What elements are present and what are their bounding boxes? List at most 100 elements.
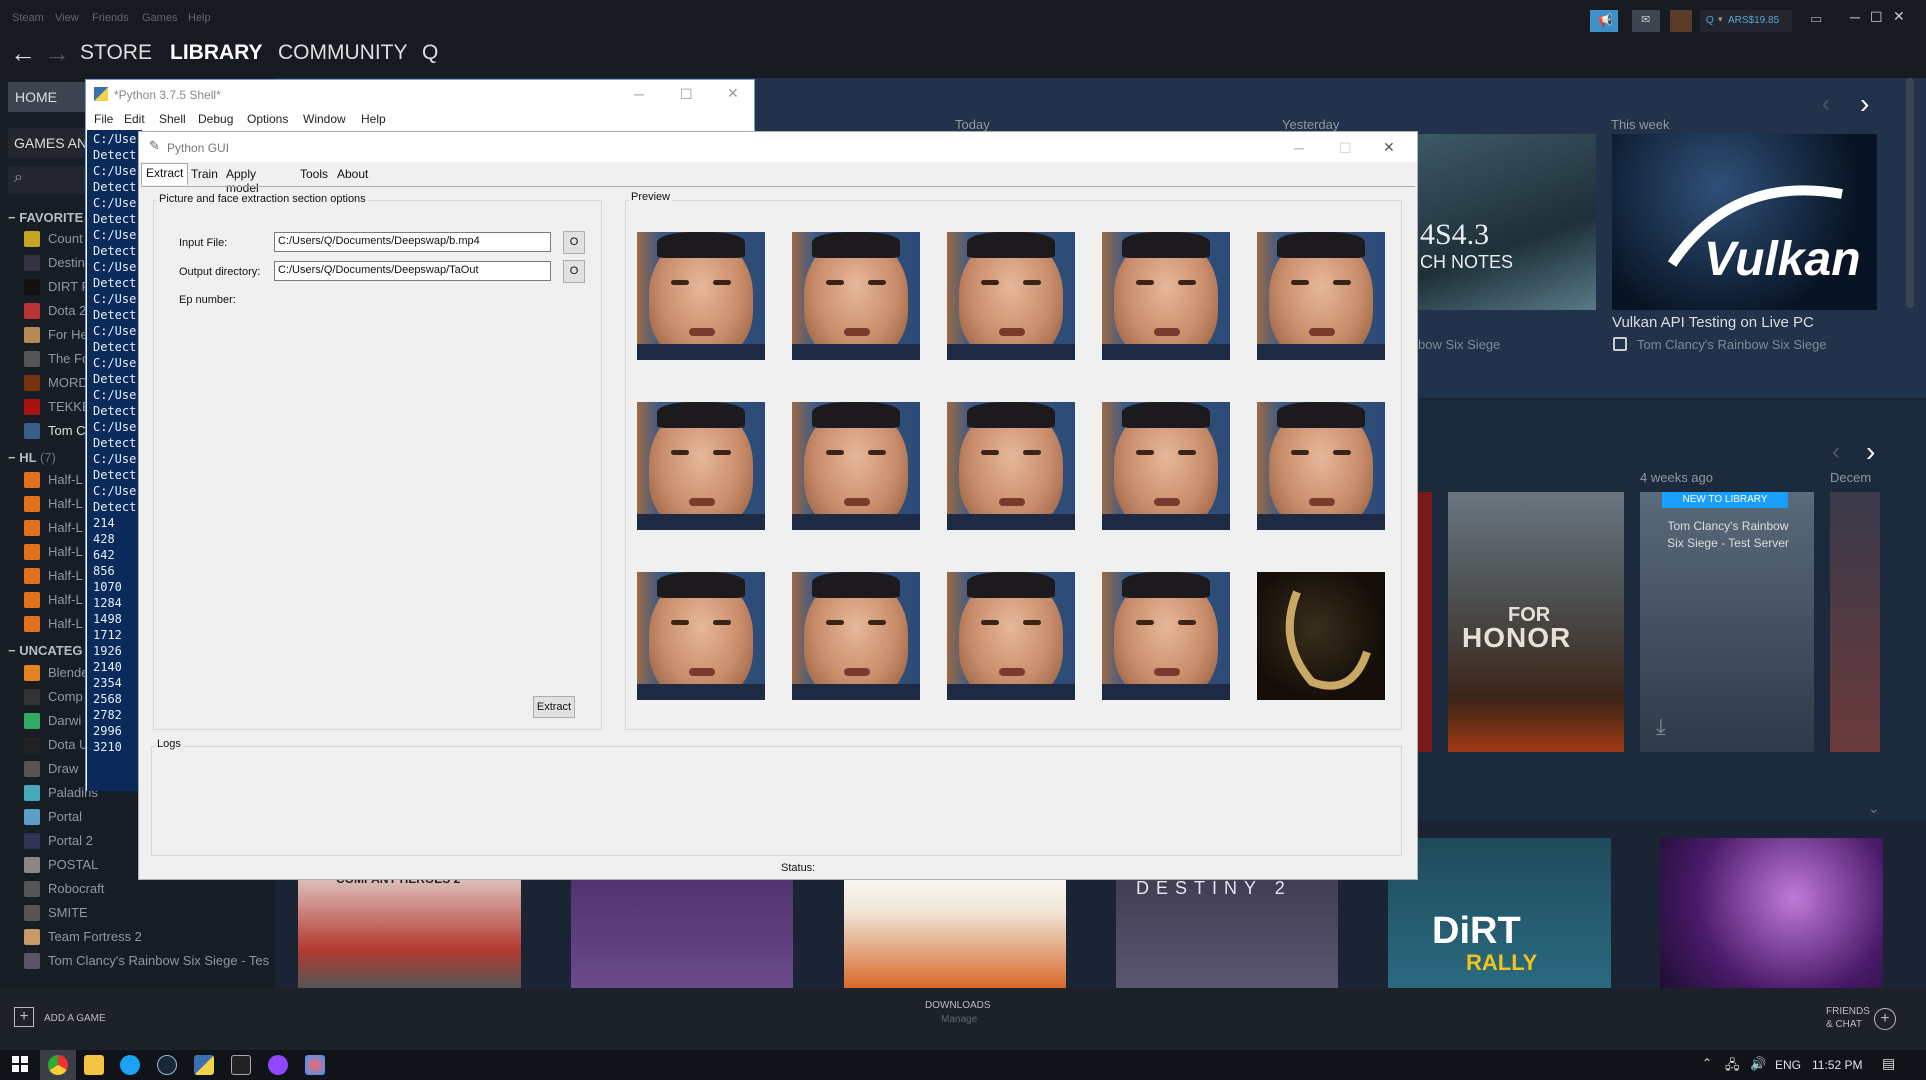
language-indicator[interactable]: ENG	[1775, 1058, 1801, 1072]
chevron-right-icon[interactable]: ›	[1866, 436, 1875, 468]
user-nav-q[interactable]: Q	[422, 41, 438, 65]
account-menu[interactable]: Q ▾ ARS$19.85	[1700, 10, 1792, 32]
red-game-card[interactable]	[1418, 492, 1432, 752]
patch-notes-card[interactable]: 4S4.3 CH NOTES	[1418, 134, 1596, 310]
extract-button[interactable]: Extract	[533, 696, 575, 718]
preview-label: Preview	[629, 191, 673, 203]
python-idle-icon[interactable]	[194, 1055, 214, 1075]
section-favorites[interactable]: − FAVORITE	[8, 210, 83, 225]
shell-menu-file[interactable]: File	[94, 112, 113, 126]
gui-minimize-button[interactable]: ─	[1294, 140, 1304, 156]
friends-chat-button[interactable]: FRIENDS	[1826, 1006, 1870, 1017]
steam-taskbar-icon[interactable]	[157, 1055, 177, 1075]
menu-view[interactable]: View	[55, 12, 79, 24]
shell-minimize-button[interactable]: ─	[634, 86, 644, 102]
sidebar-game-item[interactable]: Team Fortress 2	[24, 927, 274, 949]
section-uncategorized[interactable]: − UNCATEG	[8, 643, 83, 658]
preview-face-thumbnail	[1257, 402, 1385, 530]
add-game-icon[interactable]: +	[14, 1007, 34, 1027]
shell-menu-help[interactable]: Help	[361, 112, 386, 126]
refresh-app-icon[interactable]	[120, 1055, 140, 1075]
terminal-icon[interactable]	[231, 1055, 251, 1075]
downloads-button[interactable]: DOWNLOADS	[925, 1000, 991, 1011]
home-button[interactable]: HOME	[8, 82, 86, 112]
downloads-manage[interactable]: Manage	[941, 1014, 977, 1025]
notifications-button[interactable]: ✉	[1632, 10, 1660, 32]
shell-menu-edit[interactable]: Edit	[124, 112, 145, 126]
friends-chat-sub[interactable]: & CHAT	[1826, 1019, 1862, 1030]
game-icon	[24, 423, 40, 439]
gui-maximize-button[interactable]: ☐	[1339, 140, 1352, 157]
shell-menu-shell[interactable]: Shell	[159, 112, 186, 126]
bigpicture-icon[interactable]: ▭	[1810, 11, 1822, 27]
windows-start-icon[interactable]	[12, 1056, 28, 1072]
logs-textarea[interactable]	[153, 756, 1399, 854]
for-honor-card[interactable]: FOR HONOR	[1448, 492, 1624, 752]
chevron-left-icon[interactable]: ‹	[1822, 90, 1830, 118]
add-friend-icon[interactable]: +	[1874, 1008, 1896, 1030]
shell-maximize-button[interactable]: ☐	[680, 86, 693, 103]
sidebar-game-label: Tom Clancy's Rainbow Six Siege - Tes	[48, 953, 270, 968]
steam-minimize-button[interactable]: ─	[1850, 9, 1860, 25]
shell-menu-window[interactable]: Window	[303, 112, 346, 126]
steam-close-button[interactable]: ✕	[1893, 8, 1905, 25]
steam-scrollbar[interactable]	[1906, 78, 1914, 308]
tab-apply-model[interactable]: Apply model	[222, 165, 263, 195]
input-file-field[interactable]: C:/Users/Q/Documents/Deepswap/b.mp4	[274, 232, 551, 252]
nav-community[interactable]: COMMUNITY	[278, 41, 408, 65]
tab-tools[interactable]: Tools	[296, 165, 332, 185]
section-hl[interactable]: − HL (7)	[8, 450, 56, 465]
shell-output-line: Detect	[93, 148, 137, 162]
shell-menu-options[interactable]: Options	[247, 112, 288, 126]
chrome-icon[interactable]	[48, 1055, 68, 1075]
dota-hero-card[interactable]	[1660, 838, 1883, 988]
action-center-icon[interactable]: ▤	[1882, 1055, 1895, 1072]
clock[interactable]: 11:52 PM	[1812, 1058, 1862, 1072]
shell-menu-debug[interactable]: Debug	[198, 112, 233, 126]
partial-game-card[interactable]	[1830, 492, 1880, 752]
gui-close-button[interactable]: ✕	[1383, 139, 1395, 156]
python-shell-icon	[94, 87, 108, 101]
file-explorer-icon[interactable]	[84, 1055, 104, 1075]
steam-maximize-button[interactable]: ☐	[1870, 9, 1883, 26]
menu-help[interactable]: Help	[188, 12, 211, 24]
network-icon[interactable]: 🖧	[1725, 1056, 1740, 1078]
chevron-right-icon[interactable]: ›	[1860, 88, 1869, 120]
announcements-button[interactable]: 📢	[1590, 10, 1618, 32]
show-hidden-icons-icon[interactable]: ⌃	[1702, 1056, 1712, 1070]
avatar[interactable]	[1670, 10, 1692, 32]
nav-library[interactable]: LIBRARY	[170, 41, 263, 65]
news-title[interactable]: Vulkan API Testing on Live PC	[1612, 314, 1814, 331]
gui-titlebar[interactable]: ✎ Python GUI ─ ☐ ✕	[139, 132, 1417, 162]
nav-store[interactable]: STORE	[80, 41, 152, 65]
menu-steam[interactable]: Steam	[12, 12, 44, 24]
output-directory-field[interactable]: C:/Users/Q/Documents/Deepswap/TaOut	[274, 261, 551, 281]
twitch-icon[interactable]	[268, 1055, 288, 1075]
back-arrow-icon[interactable]: ←	[10, 38, 36, 69]
browse-output-button[interactable]: O	[563, 260, 585, 283]
add-game-button[interactable]: ADD A GAME	[44, 1013, 106, 1024]
forward-arrow-icon[interactable]: →	[44, 38, 70, 69]
shell-close-button[interactable]: ✕	[727, 85, 739, 102]
chevron-left-icon[interactable]: ‹	[1832, 438, 1840, 466]
download-icon[interactable]: ⤓	[1656, 714, 1666, 740]
paint-icon[interactable]	[305, 1055, 325, 1075]
tab-about[interactable]: About	[333, 165, 372, 185]
menu-games[interactable]: Games	[142, 12, 177, 24]
dirt-rally-card[interactable]: DiRT RALLY	[1388, 838, 1611, 988]
sidebar-game-item[interactable]: Tom Clancy's Rainbow Six Siege - Tes	[24, 951, 274, 973]
vulkan-card[interactable]: Vulkan	[1612, 134, 1877, 310]
browse-input-button[interactable]: O	[563, 231, 585, 254]
collapse-chevron-icon[interactable]: ⌄	[1868, 800, 1880, 817]
menu-friends[interactable]: Friends	[92, 12, 129, 24]
shell-output[interactable]: C:/Use Detect C:/Use Detect C:/Use Detect C:/U…	[87, 130, 142, 791]
shell-titlebar[interactable]: *Python 3.7.5 Shell* ─ ☐ ✕	[86, 80, 754, 108]
test-server-card[interactable]: NEW TO LIBRARY Tom Clancy's Rainbow Six …	[1640, 492, 1814, 752]
sidebar-game-item[interactable]: SMITE	[24, 903, 274, 925]
tab-extract[interactable]: Extract	[141, 163, 189, 185]
sidebar-game-item[interactable]: Robocraft	[24, 879, 274, 901]
shell-output-line: C:/Use	[93, 420, 137, 434]
volume-icon[interactable]: 🔊	[1750, 1056, 1766, 1072]
tab-train[interactable]: Train	[187, 165, 222, 185]
game-icon	[24, 833, 40, 849]
